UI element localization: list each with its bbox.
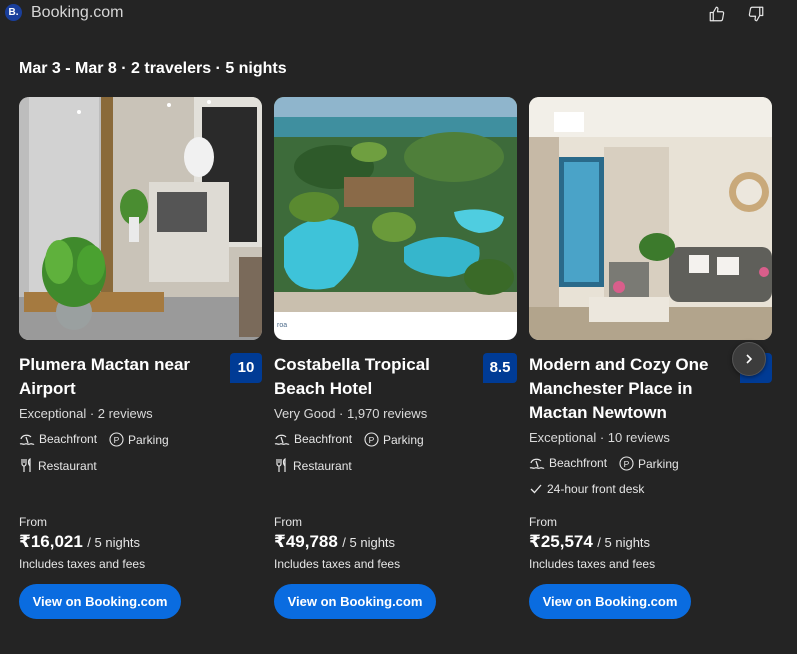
brand-name: Booking.com — [31, 4, 124, 21]
hotel-photo[interactable] — [19, 97, 262, 340]
hotel-card[interactable]: Plumera Mactan near Airport 10 Exception… — [19, 97, 262, 627]
taxes-note: Includes taxes and fees — [529, 557, 656, 571]
amenity-label: Parking — [383, 432, 424, 447]
thumbs-up-icon[interactable] — [706, 3, 728, 25]
fork-knife-icon — [21, 458, 31, 472]
amenity-label: Parking — [128, 432, 169, 447]
hotel-name[interactable]: Costabella Tropical Beach Hotel — [274, 353, 474, 401]
amenity-label: Beachfront — [294, 432, 353, 446]
image-caption: roa — [277, 322, 288, 329]
carousel-next-button[interactable] — [732, 342, 766, 376]
chevron-right-icon — [746, 354, 753, 364]
parking-icon: P — [364, 432, 379, 447]
trip-summary: Mar 3 - Mar 8 · 2 travelers · 5 nights — [19, 60, 287, 77]
price: ₹16,021 — [19, 532, 83, 551]
from-label: From — [529, 515, 557, 529]
hotel-photo[interactable]: roa — [274, 97, 517, 340]
stay-length: / 5 nights — [342, 535, 396, 550]
review-summary: Very Good · 1,970 reviews — [274, 406, 428, 421]
hotel-carousel: Plumera Mactan near Airport 10 Exception… — [19, 97, 797, 637]
amenity-restaurant: Restaurant — [19, 458, 97, 473]
amenity-beachfront: Beachfront — [274, 432, 352, 446]
parking-icon: P — [109, 432, 124, 447]
amenity-label: Beachfront — [549, 456, 608, 470]
svg-text:P: P — [624, 459, 630, 469]
beach-umbrella-icon — [529, 458, 545, 469]
taxes-note: Includes taxes and fees — [19, 557, 146, 571]
amenity-restaurant: Restaurant — [274, 458, 352, 473]
beach-umbrella-icon — [274, 434, 290, 445]
amenity-label: Beachfront — [39, 432, 98, 446]
price: ₹25,574 — [529, 532, 593, 551]
amenity-parking: P Parking — [364, 432, 424, 447]
amenity-label: Restaurant — [293, 458, 352, 473]
from-label: From — [19, 515, 47, 529]
svg-text:P: P — [114, 435, 120, 445]
view-on-booking-button[interactable]: View on Booking.com — [274, 584, 436, 619]
amenity-label: 24-hour front desk — [547, 482, 645, 496]
review-summary: Exceptional · 10 reviews — [529, 430, 670, 445]
hotel-card[interactable]: roa Costabella Tropical Beach Hotel 8.5 … — [274, 97, 517, 627]
fork-knife-icon — [276, 458, 286, 472]
booking-logo-icon: B. — [5, 4, 22, 21]
amenity-parking: P Parking — [619, 456, 679, 471]
price: ₹49,788 — [274, 532, 338, 551]
svg-text:P: P — [369, 435, 375, 445]
stay-length: / 5 nights — [597, 535, 651, 550]
checkmark-icon — [530, 484, 542, 494]
view-on-booking-button[interactable]: View on Booking.com — [19, 584, 181, 619]
parking-icon: P — [619, 456, 634, 471]
review-score-badge: 8.5 — [483, 353, 517, 383]
taxes-note: Includes taxes and fees — [274, 557, 401, 571]
amenity-beachfront: Beachfront — [529, 456, 607, 470]
header: B. Booking.com — [0, 0, 797, 30]
amenity-beachfront: Beachfront — [19, 432, 97, 446]
amenity-label: Restaurant — [38, 458, 97, 473]
thumbs-down-icon[interactable] — [745, 3, 767, 25]
stay-length: / 5 nights — [87, 535, 141, 550]
amenity-parking: P Parking — [109, 432, 169, 447]
view-on-booking-button[interactable]: View on Booking.com — [529, 584, 691, 619]
hotel-name[interactable]: Modern and Cozy One Manchester Place in … — [529, 353, 729, 425]
from-label: From — [274, 515, 302, 529]
amenity-label: Parking — [638, 456, 679, 471]
price-line: ₹16,021 / 5 nights — [19, 532, 140, 552]
price-line: ₹49,788 / 5 nights — [274, 532, 395, 552]
beach-umbrella-icon — [19, 434, 35, 445]
hotel-name[interactable]: Plumera Mactan near Airport — [19, 353, 219, 401]
price-line: ₹25,574 / 5 nights — [529, 532, 650, 552]
hotel-photo[interactable] — [529, 97, 772, 340]
amenity-front-desk: 24-hour front desk — [529, 482, 644, 496]
review-score-badge: 10 — [230, 353, 262, 383]
review-summary: Exceptional · 2 reviews — [19, 406, 153, 421]
